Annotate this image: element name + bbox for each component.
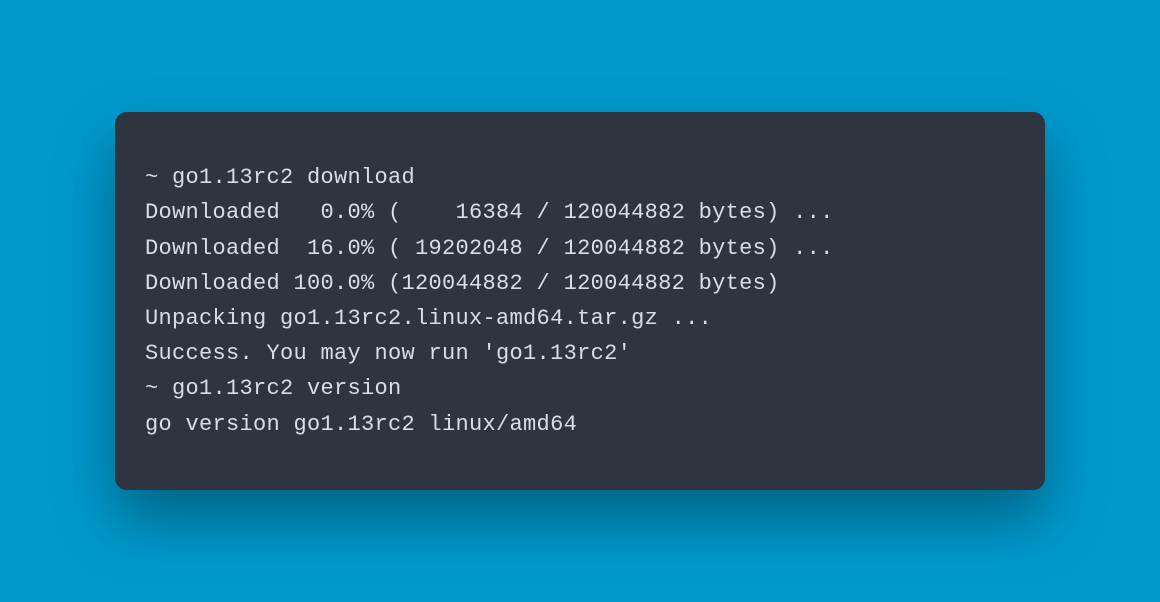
terminal-line: Success. You may now run 'go1.13rc2' bbox=[145, 336, 1015, 371]
terminal-window: ~ go1.13rc2 download Downloaded 0.0% ( 1… bbox=[115, 112, 1045, 490]
terminal-line: Downloaded 0.0% ( 16384 / 120044882 byte… bbox=[145, 195, 1015, 230]
terminal-line: Downloaded 100.0% (120044882 / 120044882… bbox=[145, 266, 1015, 301]
terminal-line: Unpacking go1.13rc2.linux-amd64.tar.gz .… bbox=[145, 301, 1015, 336]
terminal-line: go version go1.13rc2 linux/amd64 bbox=[145, 407, 1015, 442]
terminal-line: ~ go1.13rc2 download bbox=[145, 160, 1015, 195]
terminal-line: ~ go1.13rc2 version bbox=[145, 371, 1015, 406]
terminal-line: Downloaded 16.0% ( 19202048 / 120044882 … bbox=[145, 231, 1015, 266]
